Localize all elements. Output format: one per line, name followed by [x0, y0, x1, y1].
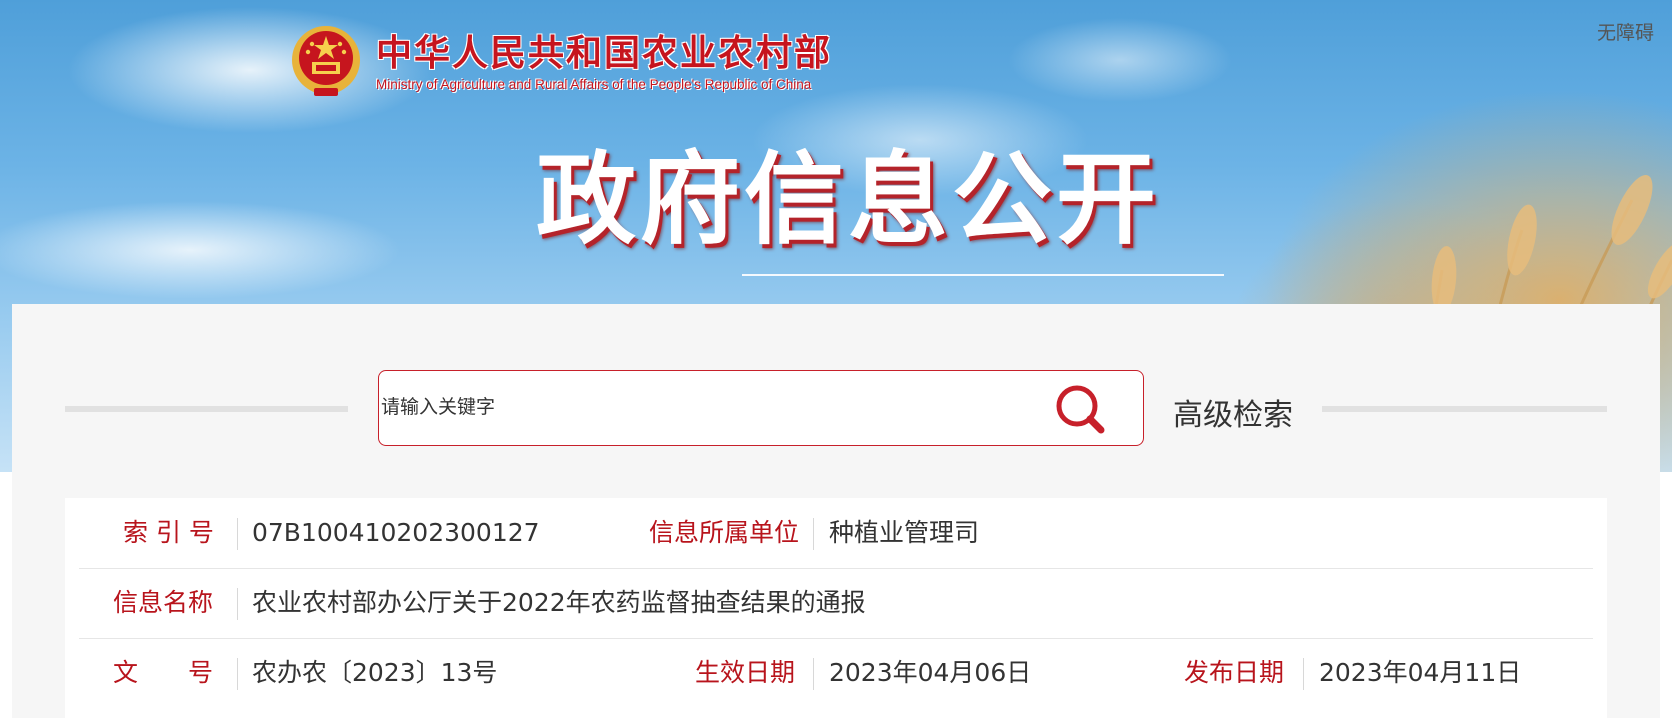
ministry-name-en: Ministry of Agriculture and Rural Affair…	[376, 76, 812, 92]
ministry-name-cn: 中华人民共和国农业农村部	[376, 31, 833, 74]
info-row: 索 引 号 07B100410202300127 信息所属单位 种植业管理司	[79, 498, 1593, 569]
search-deco-line-right	[1322, 406, 1607, 412]
effective-date-label: 生效日期	[695, 658, 796, 687]
search-row: 高级检索	[12, 370, 1660, 448]
search-input[interactable]	[381, 387, 1021, 427]
divider	[237, 588, 238, 620]
publish-date-label: 发布日期	[1184, 658, 1285, 687]
info-table: 索 引 号 07B100410202300127 信息所属单位 种植业管理司 信…	[65, 498, 1607, 718]
effective-date-value: 2023年04月06日	[829, 658, 1032, 687]
accessibility-link[interactable]: 无障碍	[1597, 18, 1654, 45]
unit-value: 种植业管理司	[829, 518, 980, 547]
banner-title: 政府信息公开	[536, 141, 1160, 258]
unit-label: 信息所属单位	[649, 518, 800, 547]
ministry-logo[interactable]: 中华人民共和国农业农村部 Ministry of Agriculture and…	[288, 22, 832, 102]
divider	[237, 518, 238, 550]
divider	[1303, 658, 1304, 690]
search-icon[interactable]	[1053, 383, 1109, 435]
divider	[813, 518, 814, 550]
info-name-label: 信息名称	[113, 588, 214, 617]
search-box	[378, 370, 1144, 446]
document-number-value: 农办农〔2023〕13号	[252, 658, 498, 687]
index-number-value: 07B100410202300127	[252, 518, 540, 547]
publish-date-value: 2023年04月11日	[1319, 658, 1522, 687]
document-number-label: 文 号	[113, 658, 214, 687]
info-row: 文 号 农办农〔2023〕13号 生效日期 2023年04月06日 发布日期 2…	[79, 638, 1593, 708]
banner-divider	[742, 274, 1224, 276]
info-row: 信息名称 农业农村部办公厅关于2022年农药监督抽查结果的通报	[79, 568, 1593, 639]
index-number-label: 索 引 号	[123, 518, 214, 547]
national-emblem-icon	[292, 26, 360, 96]
divider	[813, 658, 814, 690]
info-name-value: 农业农村部办公厅关于2022年农药监督抽查结果的通报	[252, 588, 866, 617]
divider	[237, 658, 238, 690]
content-panel: 高级检索 索 引 号 07B100410202300127 信息所属单位 种植业…	[12, 304, 1660, 718]
advanced-search-link[interactable]: 高级检索	[1173, 390, 1293, 434]
page: 无障碍 中华人民共和国农业农村部 Ministry of Agriculture…	[0, 0, 1672, 718]
search-deco-line-left	[65, 406, 348, 412]
